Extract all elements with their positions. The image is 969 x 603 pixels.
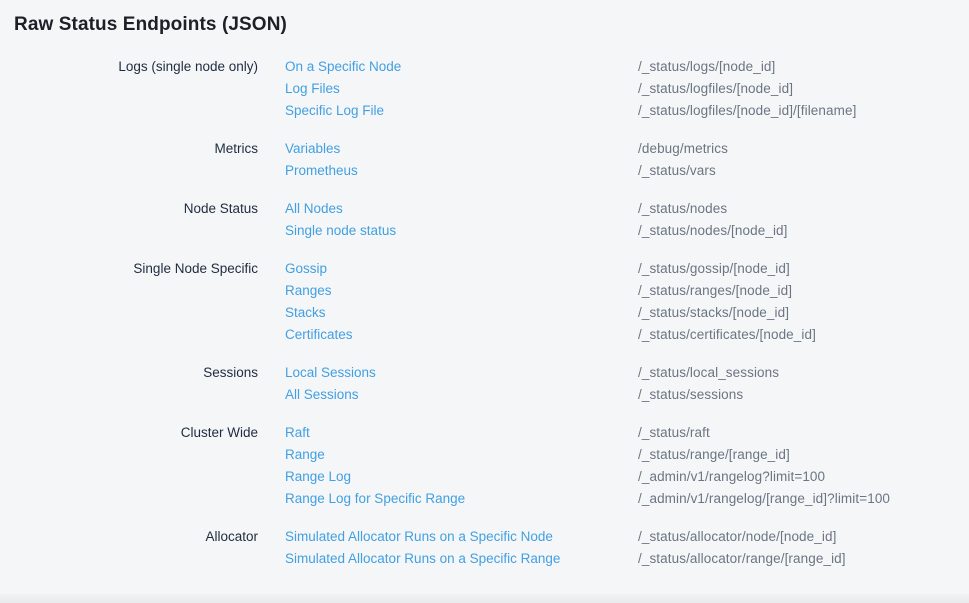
endpoint-url: /_status/logfiles/[node_id] <box>638 78 793 100</box>
endpoint-link[interactable]: All Sessions <box>285 384 638 406</box>
endpoint-url: /debug/metrics <box>638 138 728 160</box>
endpoint-row: Ranges/_status/ranges/[node_id] <box>285 280 955 302</box>
endpoint-row: Range Log/_admin/v1/rangelog?limit=100 <box>285 466 955 488</box>
category-label: Sessions <box>14 362 285 384</box>
endpoint-lines: Variables/debug/metricsPrometheus/_statu… <box>285 138 955 182</box>
endpoint-row: All Nodes/_status/nodes <box>285 198 955 220</box>
endpoint-link[interactable]: Range <box>285 444 638 466</box>
endpoint-link[interactable]: Certificates <box>285 324 638 346</box>
endpoint-row: Raft/_status/raft <box>285 422 955 444</box>
endpoint-link[interactable]: Gossip <box>285 258 638 280</box>
endpoint-url: /_status/certificates/[node_id] <box>638 324 816 346</box>
endpoint-url: /_status/ranges/[node_id] <box>638 280 792 302</box>
endpoint-row: Single node status/_status/nodes/[node_i… <box>285 220 955 242</box>
endpoint-group: MetricsVariables/debug/metricsPrometheus… <box>14 138 955 182</box>
endpoint-link[interactable]: Variables <box>285 138 638 160</box>
endpoint-row: Log Files/_status/logfiles/[node_id] <box>285 78 955 100</box>
page-title: Raw Status Endpoints (JSON) <box>14 14 955 36</box>
endpoint-url: /_status/nodes <box>638 198 727 220</box>
endpoint-link[interactable]: Ranges <box>285 280 638 302</box>
endpoint-url: /_status/allocator/range/[range_id] <box>638 548 846 570</box>
category-label: Node Status <box>14 198 285 220</box>
endpoint-link[interactable]: On a Specific Node <box>285 56 638 78</box>
endpoint-link[interactable]: All Nodes <box>285 198 638 220</box>
endpoint-link[interactable]: Raft <box>285 422 638 444</box>
endpoint-url: /_status/raft <box>638 422 710 444</box>
category-label: Cluster Wide <box>14 422 285 444</box>
endpoint-url: /_status/stacks/[node_id] <box>638 302 789 324</box>
endpoint-group: SessionsLocal Sessions/_status/local_ses… <box>14 362 955 406</box>
endpoint-link[interactable]: Simulated Allocator Runs on a Specific R… <box>285 548 638 570</box>
bottom-edge-shade <box>0 594 969 603</box>
endpoint-link[interactable]: Local Sessions <box>285 362 638 384</box>
endpoint-row: On a Specific Node/_status/logs/[node_id… <box>285 56 955 78</box>
endpoint-url: /_status/sessions <box>638 384 743 406</box>
endpoint-row: Prometheus/_status/vars <box>285 160 955 182</box>
endpoint-url: /_status/local_sessions <box>638 362 779 384</box>
endpoint-link[interactable]: Single node status <box>285 220 638 242</box>
endpoint-link[interactable]: Prometheus <box>285 160 638 182</box>
endpoint-lines: Raft/_status/raftRange/_status/range/[ra… <box>285 422 955 510</box>
endpoint-link[interactable]: Range Log <box>285 466 638 488</box>
endpoint-url: /_status/vars <box>638 160 716 182</box>
endpoint-url: /_status/allocator/node/[node_id] <box>638 526 836 548</box>
endpoint-row: Simulated Allocator Runs on a Specific N… <box>285 526 955 548</box>
endpoint-group: Node StatusAll Nodes/_status/nodesSingle… <box>14 198 955 242</box>
endpoint-lines: Local Sessions/_status/local_sessionsAll… <box>285 362 955 406</box>
endpoint-row: Range/_status/range/[range_id] <box>285 444 955 466</box>
endpoint-url: /_admin/v1/rangelog/[range_id]?limit=100 <box>638 488 890 510</box>
endpoint-lines: Gossip/_status/gossip/[node_id]Ranges/_s… <box>285 258 955 346</box>
endpoint-row: All Sessions/_status/sessions <box>285 384 955 406</box>
endpoint-row: Simulated Allocator Runs on a Specific R… <box>285 548 955 570</box>
endpoint-url: /_status/nodes/[node_id] <box>638 220 788 242</box>
endpoint-groups: Logs (single node only)On a Specific Nod… <box>14 56 955 570</box>
endpoint-link[interactable]: Log Files <box>285 78 638 100</box>
endpoint-lines: On a Specific Node/_status/logs/[node_id… <box>285 56 955 122</box>
category-label: Metrics <box>14 138 285 160</box>
endpoint-url: /_status/range/[range_id] <box>638 444 790 466</box>
endpoint-row: Variables/debug/metrics <box>285 138 955 160</box>
endpoint-row: Gossip/_status/gossip/[node_id] <box>285 258 955 280</box>
endpoint-group: Cluster WideRaft/_status/raftRange/_stat… <box>14 422 955 510</box>
category-label: Allocator <box>14 526 285 548</box>
category-label: Logs (single node only) <box>14 56 285 78</box>
raw-status-endpoints-page: Raw Status Endpoints (JSON) Logs (single… <box>0 0 969 570</box>
endpoint-link[interactable]: Stacks <box>285 302 638 324</box>
endpoint-row: Local Sessions/_status/local_sessions <box>285 362 955 384</box>
endpoint-link[interactable]: Specific Log File <box>285 100 638 122</box>
endpoint-link[interactable]: Simulated Allocator Runs on a Specific N… <box>285 526 638 548</box>
endpoint-group: Single Node SpecificGossip/_status/gossi… <box>14 258 955 346</box>
endpoint-row: Stacks/_status/stacks/[node_id] <box>285 302 955 324</box>
endpoint-group: Logs (single node only)On a Specific Nod… <box>14 56 955 122</box>
endpoint-row: Range Log for Specific Range/_admin/v1/r… <box>285 488 955 510</box>
endpoint-lines: Simulated Allocator Runs on a Specific N… <box>285 526 955 570</box>
endpoint-row: Specific Log File/_status/logfiles/[node… <box>285 100 955 122</box>
category-label: Single Node Specific <box>14 258 285 280</box>
endpoint-row: Certificates/_status/certificates/[node_… <box>285 324 955 346</box>
endpoint-url: /_admin/v1/rangelog?limit=100 <box>638 466 825 488</box>
endpoint-group: AllocatorSimulated Allocator Runs on a S… <box>14 526 955 570</box>
endpoint-url: /_status/gossip/[node_id] <box>638 258 790 280</box>
endpoint-url: /_status/logs/[node_id] <box>638 56 775 78</box>
endpoint-lines: All Nodes/_status/nodesSingle node statu… <box>285 198 955 242</box>
endpoint-link[interactable]: Range Log for Specific Range <box>285 488 638 510</box>
endpoint-url: /_status/logfiles/[node_id]/[filename] <box>638 100 856 122</box>
